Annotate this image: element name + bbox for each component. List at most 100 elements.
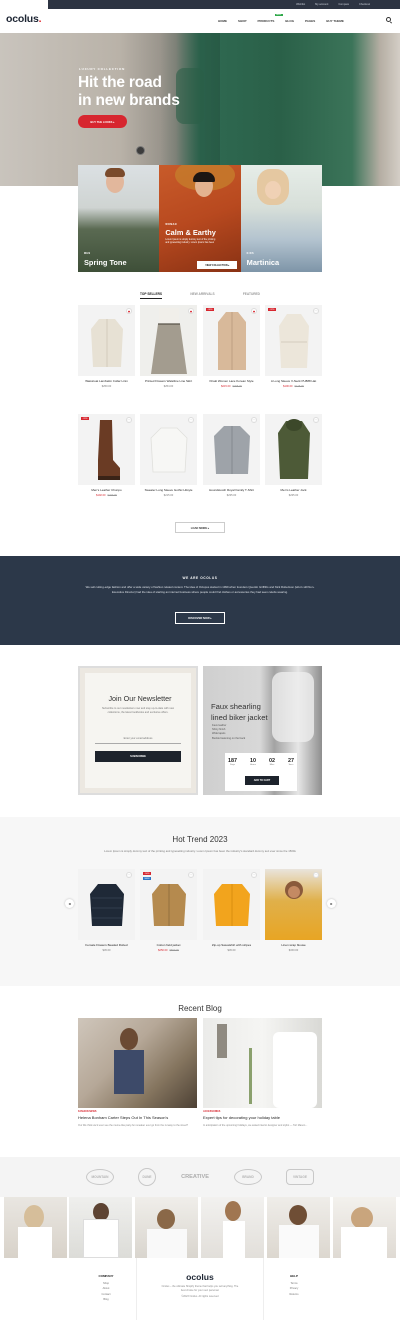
blog-post-image[interactable] (203, 1018, 322, 1108)
instagram-photo[interactable] (4, 1197, 67, 1258)
product-title[interactable]: Female Flowers Beaded Robed (78, 943, 135, 947)
collection-card-woman[interactable]: WOMAN Calm & Earthy Lorem Ipsum is simpl… (159, 165, 241, 272)
add-to-cart-button[interactable]: ADD TO CART (245, 776, 279, 785)
product-image[interactable]: -50% NEW ♡ (140, 869, 197, 940)
product-card[interactable]: ♥ Waistcoat Lambskin Collar Linin $250.0… (78, 305, 135, 388)
instagram-photo[interactable] (333, 1197, 396, 1258)
product-title[interactable]: Houndstooth Royal Family T-Shirt (203, 488, 260, 492)
wishlist-heart-icon[interactable]: ♥ (188, 308, 194, 314)
nav-pages[interactable]: PAGES (305, 19, 315, 23)
wishlist-heart-icon[interactable]: ♡ (126, 872, 132, 878)
product-title[interactable]: Printed Flowers Waistline Line Skirt (140, 379, 197, 383)
search-icon[interactable] (386, 17, 391, 22)
newsletter-email-input[interactable] (95, 734, 181, 744)
nav-home[interactable]: HOME (218, 19, 227, 23)
product-image[interactable]: ♡ (140, 414, 197, 485)
brand-logo[interactable]: CREATIVE (180, 1169, 210, 1185)
load-more-button[interactable]: LOAD MORE ▸ (175, 522, 225, 533)
topbar-link-compare[interactable]: Compare (338, 3, 349, 6)
collection-card-kids[interactable]: KIDS Martinica (240, 165, 322, 272)
hero-cta-button[interactable]: BUY THE LOOKS ▸ (78, 115, 127, 128)
product-title[interactable]: Khaki Women Lace Korean Style (203, 379, 260, 383)
instagram-photo[interactable] (201, 1197, 264, 1258)
brand-logo[interactable]: DUNE (138, 1168, 156, 1186)
blog-category[interactable]: FASHION NEWS (78, 1110, 96, 1113)
product-photo-field-jacket (151, 883, 186, 926)
instagram-photo[interactable] (135, 1197, 198, 1258)
topbar-link-wishlist[interactable]: Wishlist (296, 3, 305, 6)
instagram-photo[interactable] (69, 1197, 132, 1258)
wishlist-heart-icon[interactable]: ♡ (313, 872, 319, 878)
product-title[interactable]: Sweater Long Sleeve Gothic Hitsyle (140, 488, 197, 492)
product-card[interactable]: -20% ♡ Men's Leather Chunpo $192.00 $239.… (78, 414, 135, 497)
product-title[interactable]: Men's Leather Jock (265, 488, 322, 492)
collection-tag: WOMAN (165, 223, 177, 226)
tab-top-sellers[interactable]: TOP SELLERS (140, 292, 163, 299)
product-image[interactable]: ♥ (78, 305, 135, 376)
discount-badge: -20% (81, 417, 90, 420)
footer-logo[interactable]: ocolus (137, 1272, 263, 1282)
brand-logo[interactable]: VINTAGE (286, 1169, 314, 1185)
product-image[interactable]: -32% ♡ (265, 305, 322, 376)
blog-post-image[interactable] (78, 1018, 197, 1108)
product-image[interactable]: -30% ♥ (203, 305, 260, 376)
footer-link[interactable]: Returns (264, 1292, 324, 1297)
wishlist-heart-icon[interactable]: ♡ (313, 417, 319, 423)
trend-product-card[interactable]: ♡ Linen wrap blouse $150.00 (265, 869, 322, 952)
wishlist-heart-icon[interactable]: ♥ (251, 308, 257, 314)
product-card[interactable]: ♡ Sweater Long Sleeve Gothic Hitsyle $21… (140, 414, 197, 497)
product-card[interactable]: -30% ♥ Khaki Women Lace Korean Style $21… (203, 305, 260, 388)
blog-post-title[interactable]: Expert tips for decorating your holiday … (203, 1115, 322, 1120)
product-title[interactable]: Zip-up Sweatshirt with stripes (203, 943, 260, 947)
product-image[interactable]: ♡ (265, 869, 322, 940)
blog-post-title[interactable]: Helena Bonham Carter Steps Out In This S… (78, 1115, 198, 1120)
wishlist-heart-icon[interactable]: ♡ (251, 417, 257, 423)
product-card[interactable]: -32% ♡ A Long Sleeve V-Neck PU888 Hat $1… (265, 305, 322, 388)
product-card[interactable]: ♡ Houndstooth Royal Family T-Shirt $235.… (203, 414, 260, 497)
subscribe-button[interactable]: SUBSCRIBE (95, 751, 181, 762)
wishlist-heart-icon[interactable]: ♡ (188, 417, 194, 423)
topbar-link-account[interactable]: My account (315, 3, 328, 6)
wishlist-heart-icon[interactable]: ♡ (126, 417, 132, 423)
collection-card-men[interactable]: MEN Spring Tone (78, 165, 160, 272)
tab-new-arrivals[interactable]: NEW ARRIVALS (190, 292, 214, 299)
product-title[interactable]: Waistcoat Lambskin Collar Linin (78, 379, 135, 383)
nav-blog[interactable]: BLOG (285, 19, 294, 23)
footer-link[interactable]: Blog (76, 1297, 136, 1302)
product-image[interactable]: ♡ (78, 869, 135, 940)
product-image[interactable]: ♥ (140, 305, 197, 376)
trend-product-card[interactable]: -50% NEW ♡ Cotton field jacket $250.00 $5… (140, 869, 197, 952)
blog-category[interactable]: ACCESSORIES (203, 1110, 220, 1113)
instagram-photo[interactable] (267, 1197, 330, 1258)
product-title[interactable]: Men's Leather Chunpo (78, 488, 135, 492)
product-title[interactable]: Linen wrap blouse (265, 943, 322, 947)
view-collection-button[interactable]: VIEW COLLECTION ▸ (197, 261, 238, 269)
tab-featured[interactable]: FEATURED (243, 292, 260, 299)
product-photo-trench (217, 311, 246, 370)
wishlist-heart-icon[interactable]: ♡ (251, 872, 257, 878)
discover-now-button[interactable]: DISCOVER NOW ▸ (175, 612, 225, 624)
product-image[interactable]: ♡ (265, 414, 322, 485)
product-card[interactable]: ♡ Men's Leather Jock $235.00 (265, 414, 322, 497)
carousel-prev-icon[interactable]: ◂ (65, 899, 74, 908)
nav-buy-theme[interactable]: BUY THEME (326, 19, 344, 23)
product-image[interactable]: ♡ (203, 414, 260, 485)
nav-products[interactable]: PRODUCTS HOT (258, 14, 284, 23)
trend-product-card[interactable]: ♡ Female Flowers Beaded Robed $45.00 (78, 869, 135, 952)
wishlist-heart-icon[interactable]: ♥ (126, 308, 132, 314)
wishlist-heart-icon[interactable]: ♡ (313, 308, 319, 314)
site-logo[interactable]: ocolus. (6, 13, 42, 25)
wishlist-heart-icon[interactable]: ♡ (188, 872, 194, 878)
product-title[interactable]: Cotton field jacket (140, 943, 197, 947)
carousel-next-icon[interactable]: ▸ (327, 899, 336, 908)
brand-logo[interactable]: MOUNTAIN (86, 1169, 114, 1185)
nav-shop[interactable]: SHOP (238, 19, 247, 23)
countdown-secs: 27 Secs (288, 758, 294, 766)
product-image[interactable]: ♡ (203, 869, 260, 940)
trend-product-card[interactable]: ♡ Zip-up Sweatshirt with stripes $45.00 (203, 869, 260, 952)
product-card[interactable]: ♥ Printed Flowers Waistline Line Skirt $… (140, 305, 197, 388)
brand-logo[interactable]: BRAND (234, 1169, 262, 1185)
product-title[interactable]: A Long Sleeve V-Neck PU888 Hat (265, 379, 322, 383)
product-image[interactable]: -20% ♡ (78, 414, 135, 485)
topbar-link-checkout[interactable]: Checkout (359, 3, 370, 6)
